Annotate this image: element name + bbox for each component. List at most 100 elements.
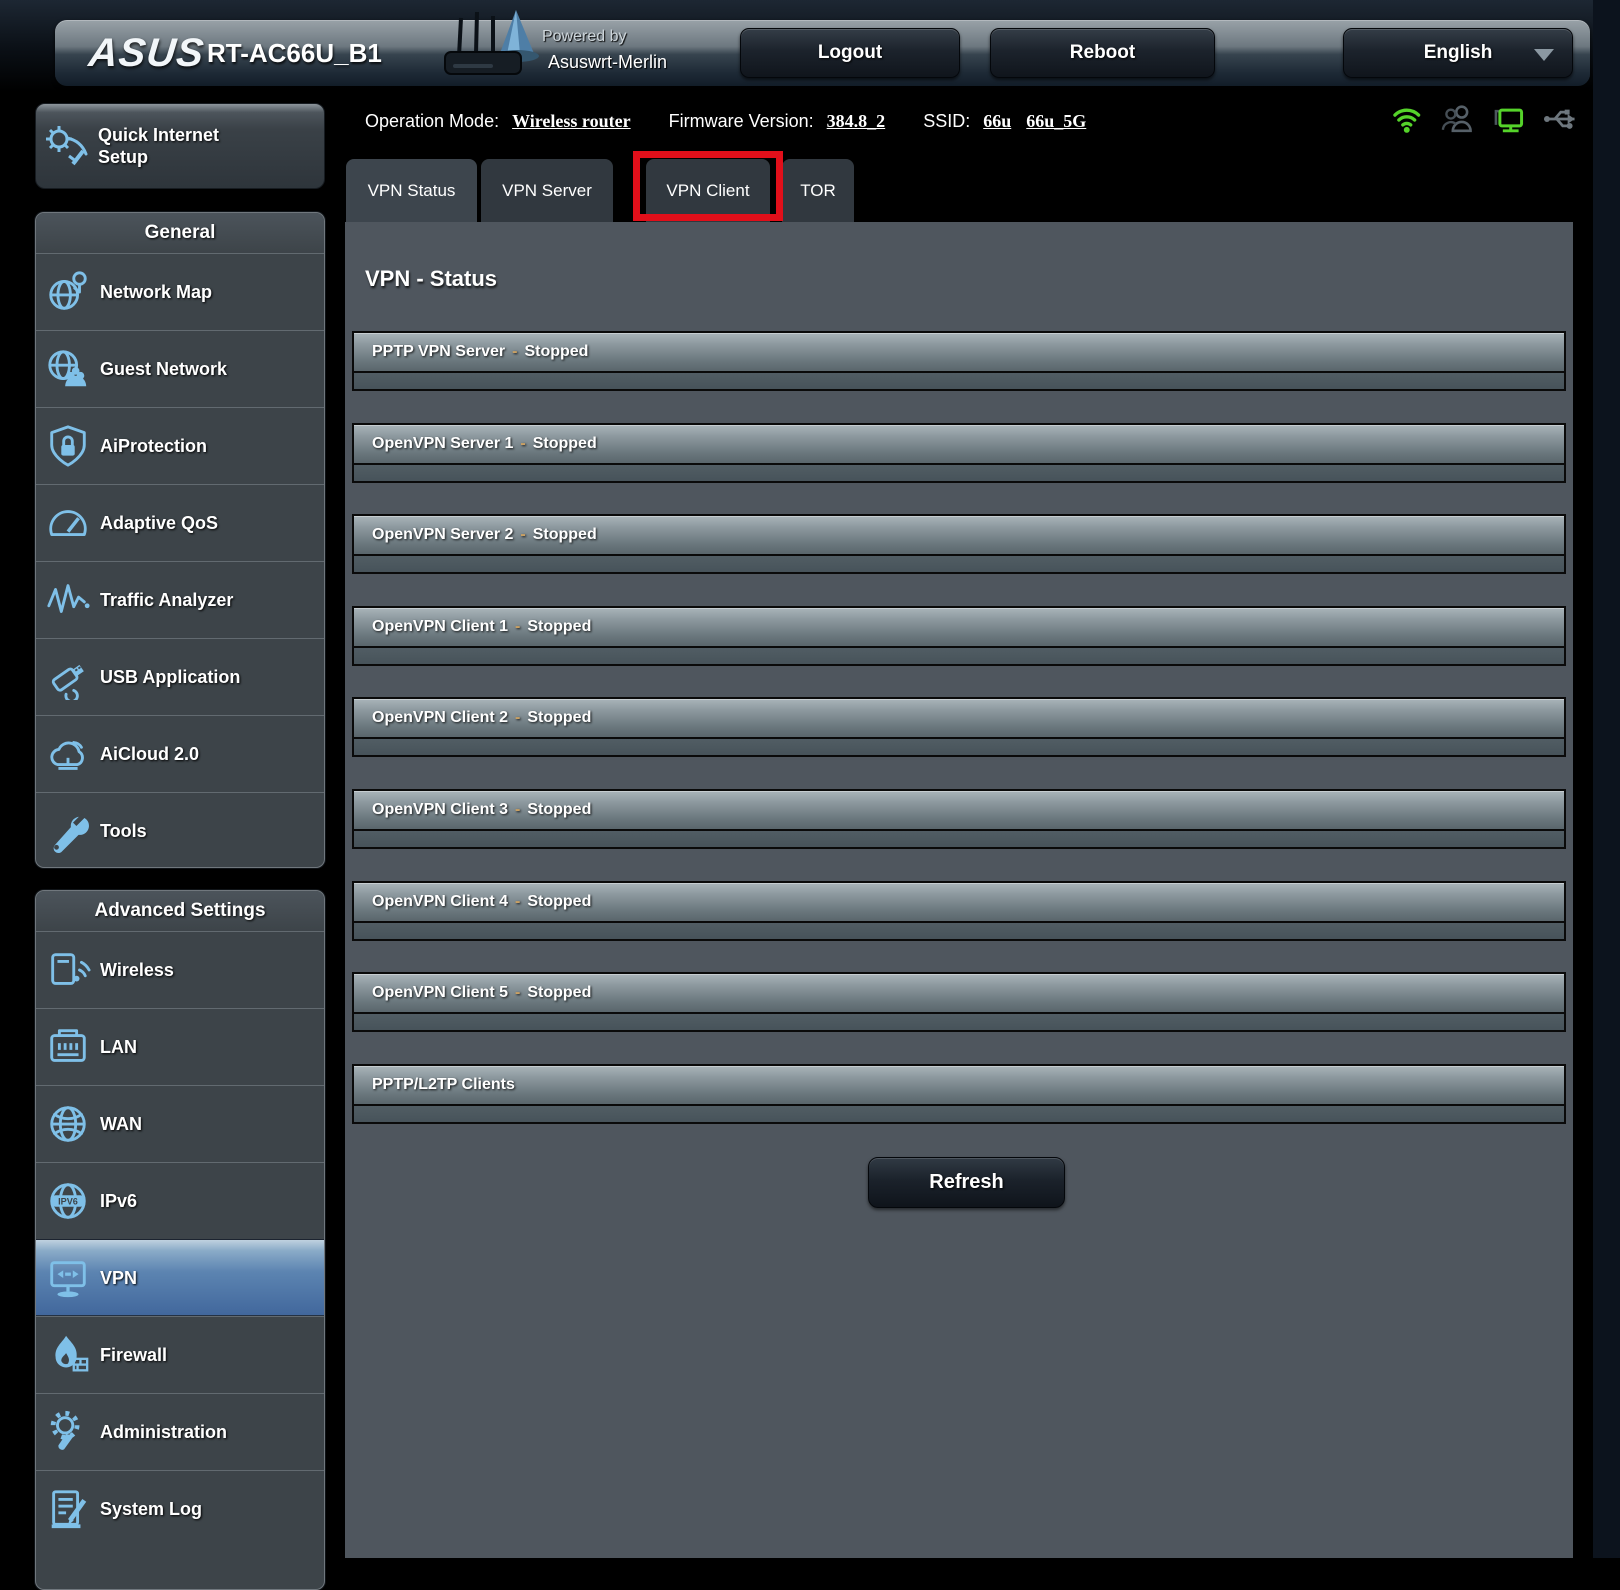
sidebar-item-system-log[interactable]: System Log [36,1470,324,1547]
vpn-service-name: OpenVPN Server 2 [372,526,513,543]
vpn-service-status: Stopped [527,709,591,726]
vpn-status-header-openvpn-server-1[interactable]: OpenVPN Server 1-Stopped [352,423,1566,465]
status-separator: - [515,801,520,818]
page-title: VPN - Status [365,266,497,292]
sidebar-item-ipv6[interactable]: IPV6 IPv6 [36,1162,324,1239]
vpn-service-name: PPTP VPN Server [372,343,505,360]
sidebar-item-quick-internet-setup[interactable]: Quick Internet Setup [35,103,325,189]
qis-label-line2: Setup [98,146,219,168]
vpn-service-name: OpenVPN Client 1 [372,618,508,635]
clients-icon[interactable] [1440,103,1476,135]
svg-text:IPV6: IPV6 [58,1196,78,1206]
powered-by-line1: Powered by [542,28,667,46]
vpn-service-status: Stopped [533,435,597,452]
tab-vpn-client[interactable]: VPN Client [646,159,770,222]
vpn-status-detail-strip [352,831,1566,849]
tab-tor[interactable]: TOR [782,159,854,222]
sidebar-item-label: USB Application [100,667,240,688]
sidebar-item-vpn[interactable]: VPN [36,1239,324,1316]
sidebar-item-label: Firewall [100,1345,167,1366]
sidebar-item-lan[interactable]: LAN [36,1008,324,1085]
sidebar-item-firewall[interactable]: Firewall [36,1316,324,1393]
sidebar-item-wireless[interactable]: Wireless [36,931,324,1008]
vpn-status-group: OpenVPN Server 1-Stopped [352,423,1566,483]
vpn-status-header-openvpn-client-3[interactable]: OpenVPN Client 3-Stopped [352,789,1566,831]
ssid-link-24g[interactable]: 66u [983,111,1011,131]
status-separator: - [515,709,520,726]
vpn-service-status: Stopped [527,984,591,1001]
guest-network-icon [36,346,100,392]
asus-logo: ASUS [86,20,208,86]
sidebar-section-advanced-settings: Advanced Settings Wireless LAN WAN IPV6I… [35,890,325,1590]
firmware-version-link[interactable]: 384.8_2 [827,111,886,131]
chevron-down-icon [1534,49,1554,61]
sidebar-item-label: Wireless [100,960,174,981]
sidebar-item-network-map[interactable]: Network Map [36,253,324,330]
sidebar-item-guest-network[interactable]: Guest Network [36,330,324,407]
tab-vpn-status[interactable]: VPN Status [346,159,477,222]
sidebar-item-administration[interactable]: Administration [36,1393,324,1470]
sidebar-item-label: Adaptive QoS [100,513,218,534]
vpn-status-detail-strip [352,1014,1566,1032]
ssid-label: SSID: [923,111,970,131]
info-bar: Operation Mode: Wireless router Firmware… [365,103,1096,139]
vpn-service-name: OpenVPN Client 4 [372,893,508,910]
vpn-status-header-openvpn-client-5[interactable]: OpenVPN Client 5-Stopped [352,972,1566,1014]
vpn-status-header-pptp-vpn-server[interactable]: PPTP VPN Server-Stopped [352,331,1566,373]
vpn-service-name: OpenVPN Client 2 [372,709,508,726]
wireless-icon [36,947,100,993]
vpn-status-detail-strip [352,648,1566,666]
aicloud-icon [36,731,100,777]
status-separator: - [512,343,517,360]
vpn-status-detail-strip [352,373,1566,391]
ipv6-icon: IPV6 [36,1178,100,1224]
logout-button[interactable]: Logout [740,28,960,78]
sidebar-item-label: AiProtection [100,436,207,457]
system-log-icon [36,1486,100,1532]
sidebar-item-label: WAN [100,1114,142,1135]
sidebar-item-traffic-analyzer[interactable]: Traffic Analyzer [36,561,324,638]
sidebar-item-label: LAN [100,1037,137,1058]
sidebar-item-adaptive-qos[interactable]: Adaptive QoS [36,484,324,561]
vpn-status-header-pptp-l2tp-clients[interactable]: PPTP/L2TP Clients [352,1064,1566,1106]
vpn-status-group: OpenVPN Client 5-Stopped [352,972,1566,1032]
sidebar-item-label: IPv6 [100,1191,137,1212]
operation-mode-link[interactable]: Wireless router [512,111,630,131]
sidebar-item-aicloud-2-0[interactable]: AiCloud 2.0 [36,715,324,792]
vpn-status-header-openvpn-server-2[interactable]: OpenVPN Server 2-Stopped [352,514,1566,556]
refresh-button[interactable]: Refresh [868,1157,1065,1208]
vpn-service-name: OpenVPN Client 5 [372,984,508,1001]
sidebar-item-aiprotection[interactable]: AiProtection [36,407,324,484]
language-dropdown[interactable]: English [1343,28,1573,78]
quick-internet-setup-icon [36,122,98,170]
wifi-icon[interactable] [1390,103,1424,135]
usb-application-icon [36,654,100,700]
usb-icon[interactable] [1543,103,1580,135]
administration-icon [36,1409,100,1455]
vpn-status-header-openvpn-client-2[interactable]: OpenVPN Client 2-Stopped [352,697,1566,739]
firewall-icon [36,1332,100,1378]
vpn-service-status: Stopped [527,893,591,910]
powered-by-line2: Asuswrt-Merlin [548,52,667,73]
sidebar-item-label: Guest Network [100,359,227,380]
sidebar-item-usb-application[interactable]: USB Application [36,638,324,715]
ssid-link-5g[interactable]: 66u_5G [1026,111,1086,131]
wan-icon [36,1101,100,1147]
sidebar-item-tools[interactable]: Tools [36,792,324,868]
operation-mode-label: Operation Mode: [365,111,499,131]
sidebar-item-wan[interactable]: WAN [36,1085,324,1162]
vpn-service-status: Stopped [524,343,588,360]
vpn-status-group: PPTP VPN Server-Stopped [352,331,1566,391]
vpn-status-header-openvpn-client-1[interactable]: OpenVPN Client 1-Stopped [352,606,1566,648]
tab-vpn-server[interactable]: VPN Server [481,159,613,222]
vpn-status-group: OpenVPN Client 4-Stopped [352,881,1566,941]
reboot-button[interactable]: Reboot [990,28,1215,78]
pc-status-icon[interactable] [1491,103,1527,135]
status-separator: - [520,435,525,452]
language-value: English [1424,42,1493,63]
vpn-service-status: Stopped [533,526,597,543]
sidebar-section-general: General Network Map Guest Network AiProt… [35,212,325,868]
vpn-status-header-openvpn-client-4[interactable]: OpenVPN Client 4-Stopped [352,881,1566,923]
sidebar-item-label: Tools [100,821,147,842]
top-banner-strip: ASUS RT-AC66U_B1 Powered by Asuswrt-Merl… [0,0,1620,92]
